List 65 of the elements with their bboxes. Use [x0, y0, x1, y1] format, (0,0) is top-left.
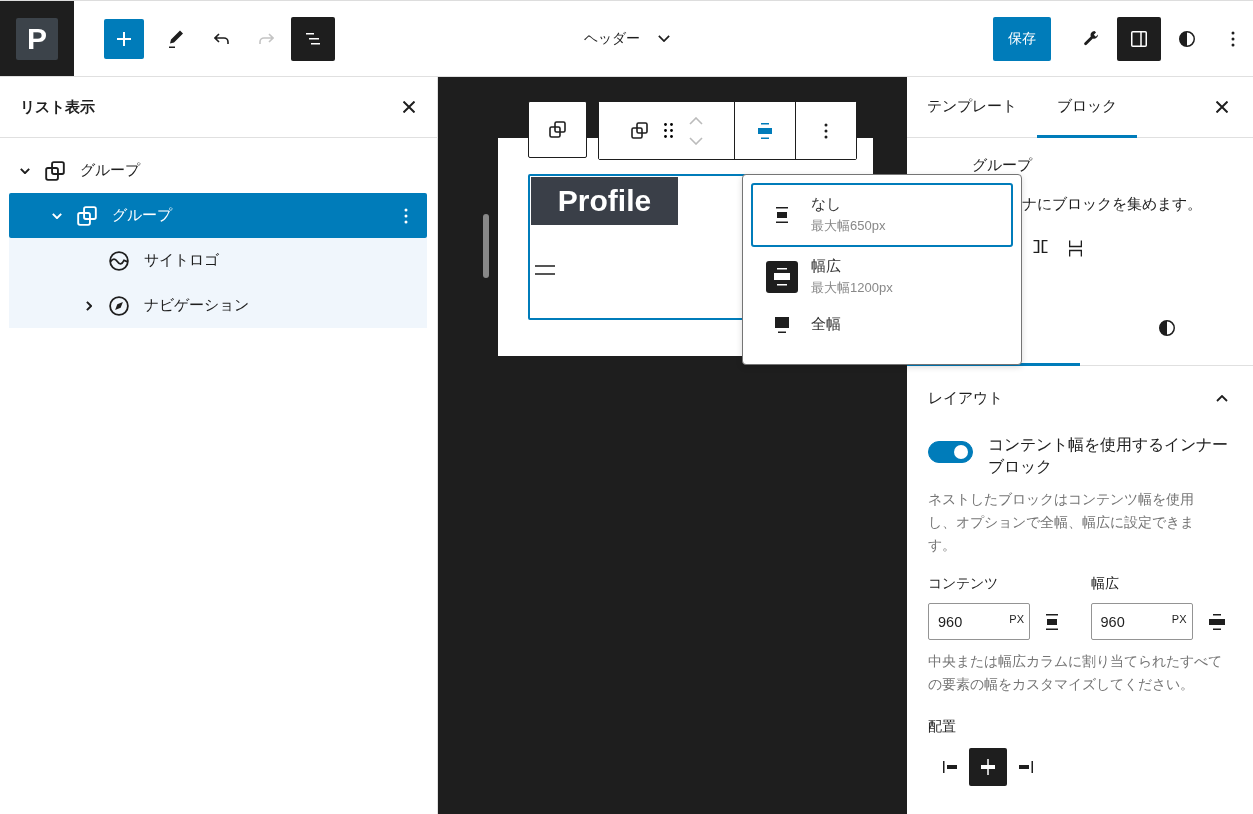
site-icon[interactable]: P: [0, 1, 74, 76]
drag-handle-icon[interactable]: [663, 123, 673, 138]
toggle-switch[interactable]: [928, 441, 973, 463]
justify-left-icon: [943, 761, 957, 773]
contrast-icon: [1179, 30, 1195, 47]
options-icon[interactable]: [404, 207, 408, 224]
panel-title: レイアウト: [928, 388, 1003, 408]
list-view-item[interactable]: グループ: [9, 193, 427, 238]
chevron-down-icon: [657, 35, 670, 42]
chevron-right-icon[interactable]: [86, 300, 92, 311]
layout-panel-header[interactable]: レイアウト: [907, 366, 1253, 430]
compass-icon: [109, 295, 129, 316]
close-button[interactable]: [403, 101, 415, 113]
menu-icon[interactable]: [534, 265, 556, 275]
close-button[interactable]: [1216, 101, 1228, 113]
contrast-icon: [1158, 319, 1175, 336]
menu-item[interactable]: なし 最大幅650px: [751, 183, 1013, 247]
group-icon: [45, 160, 65, 181]
chevron-up-icon: [1216, 394, 1228, 402]
scrollbar[interactable]: [483, 214, 489, 278]
content-width-icon: [776, 207, 788, 223]
width-input-field[interactable]: 960 PX: [1090, 603, 1193, 640]
full-width-icon: [775, 316, 789, 333]
list-view-item[interactable]: サイトロゴ: [9, 238, 427, 283]
settings-sidebar-button[interactable]: [1117, 16, 1161, 61]
chevron-down-icon[interactable]: [20, 167, 30, 174]
wrench-icon: [1083, 31, 1099, 46]
logo-text: Profile: [557, 184, 652, 218]
sidebar-tab[interactable]: テンプレート: [907, 77, 1037, 138]
field-label: 幅広: [1090, 575, 1120, 593]
content-width-icon: [1046, 613, 1058, 630]
group-icon: [77, 205, 97, 226]
wide-width-icon: [766, 261, 798, 293]
sidebar-tab[interactable]: ブロック: [1037, 77, 1137, 138]
justify-center-icon: [981, 759, 995, 775]
group-icon[interactable]: [630, 122, 648, 139]
row-variation-icon[interactable]: [1033, 240, 1048, 253]
width-input-field[interactable]: 960 PX: [928, 603, 1030, 640]
more-icon: [1231, 30, 1235, 47]
group-icon: [549, 121, 566, 138]
add-block-button[interactable]: [104, 18, 144, 59]
wide-width-icon: [1208, 613, 1225, 630]
site-logo-block[interactable]: Profile: [531, 177, 678, 225]
panel-title: リスト表示: [20, 97, 95, 117]
document-title[interactable]: ヘッダー: [583, 29, 670, 48]
site-logo-icon: [109, 250, 129, 271]
field-label: コンテンツ: [928, 575, 999, 593]
justify-center-button[interactable]: [969, 748, 1007, 786]
list-view-item[interactable]: ナビゲーション: [9, 283, 427, 328]
help-text: 中央または幅広カラムに割り当てられたすべての要素の幅をカスタマイズしてください。: [928, 652, 1223, 694]
sidebar-icon: [1131, 30, 1147, 47]
help-text: ネストしたブロックはコンテンツ幅を使用し、オプションで全幅、幅広に設定できます。: [928, 490, 1195, 555]
list-view-item[interactable]: グループ: [9, 148, 427, 193]
field-label: 配置: [928, 718, 957, 736]
more-icon: [824, 122, 828, 139]
toggle-label: コンテント幅を使用するインナーブロック: [988, 435, 1229, 477]
site-logo: P: [16, 17, 58, 60]
block-title: グループ: [972, 155, 1032, 175]
save-button[interactable]: 保存: [993, 16, 1051, 61]
stack-variation-icon[interactable]: [1069, 240, 1082, 257]
align-icon: [758, 122, 772, 139]
list-view-button[interactable]: [291, 16, 335, 61]
block-description: ナにブロックを集めます。: [1022, 195, 1202, 214]
select-parent-button[interactable]: [528, 101, 587, 158]
justify-right-icon: [1019, 761, 1033, 773]
